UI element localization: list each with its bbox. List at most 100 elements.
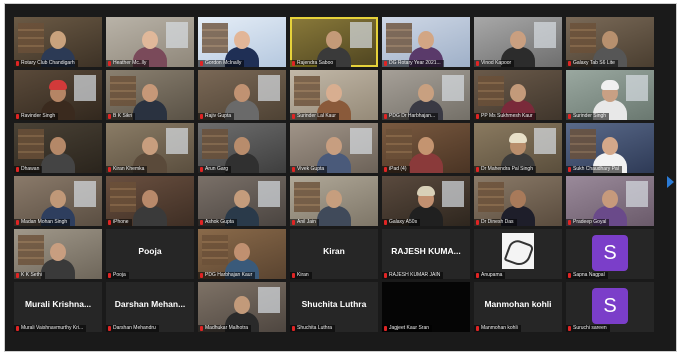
mic-muted-icon [108, 220, 111, 225]
participant-tile-madhukar-malhotra[interactable]: Madhukar Malhotra [198, 282, 286, 332]
participant-tile-dg-rotary-year-2021[interactable]: DG Rotary Year 2021... [382, 17, 470, 67]
participant-name-label: DG Rotary Year 2021... [389, 60, 441, 66]
nameplate: Galaxy Tab S6 Lite [566, 60, 618, 67]
participant-tile-vivek-gupta[interactable]: Vivek Gupta [290, 123, 378, 173]
participant-tile-ravinder-singh[interactable]: Ravinder Singh [14, 70, 102, 120]
mic-muted-icon [200, 114, 203, 119]
participant-name-label: Rotary Club Chandigarh [21, 60, 75, 66]
next-page-arrow-icon[interactable] [667, 176, 674, 188]
participant-tile-darshan-mehandru[interactable]: Darshan Mehan... Darshan Mehandru [106, 282, 194, 332]
participant-tile-galaxy-a50s[interactable]: Galaxy A50s [382, 176, 470, 226]
nameplate: Dr Dinesh Das [474, 219, 517, 226]
nameplate: Heather Mc..lly [106, 60, 150, 67]
participant-name-label: Rajendra Saboo [297, 60, 334, 66]
nameplate: iPad (4) [382, 166, 410, 173]
participant-name-label: iPhone [113, 219, 129, 225]
participant-display-name: Pooja [138, 246, 162, 256]
participant-tile-ipad-4[interactable]: iPad (4) [382, 123, 470, 173]
participant-name-label: Galaxy Tab S6 Lite [573, 60, 615, 66]
participant-name-label: Dhawan [21, 166, 40, 172]
participant-tile-dr-mahendra-pal-singh[interactable]: Dr Mahendra Pal Singh [474, 123, 562, 173]
mic-muted-icon [568, 61, 571, 66]
participant-tile-k-k-sethi[interactable]: K K Sethi [14, 229, 102, 279]
nameplate: Vinod Kapoor [474, 60, 515, 67]
participant-tile-heather-mc-lly[interactable]: Heather Mc..lly [106, 17, 194, 67]
mic-muted-icon [476, 167, 479, 172]
participant-tile-dhawan[interactable]: Dhawan [14, 123, 102, 173]
mic-muted-icon [568, 326, 571, 331]
nameplate: iPhone [106, 219, 132, 226]
participant-tile-jagjeet-kaur-sran[interactable]: Jagjeet Kaur Sran [382, 282, 470, 332]
participant-tile-murali-vaishnavmurthy-kri[interactable]: Murali Krishna... Murali Vaishnavmurthy K… [14, 282, 102, 332]
participant-tile-b-k-sikri[interactable]: B K Sikri [106, 70, 194, 120]
participant-video-figure [133, 80, 167, 120]
participant-name-label: Vinod Kapoor [481, 60, 512, 66]
participant-name-label: Jagjeet Kaur Sran [389, 325, 430, 331]
participant-tile-pp-ms-sukhmesh-kaur[interactable]: PP Ms Sukhmesh Kaur [474, 70, 562, 120]
participant-tile-vinod-kapoor[interactable]: Vinod Kapoor [474, 17, 562, 67]
avatar: S [592, 235, 628, 271]
nameplate: B K Sikri [106, 113, 136, 120]
participant-tile-rajesh-kumar-jain[interactable]: RAJESH KUMA... RAJESH KUMAR JAIN [382, 229, 470, 279]
nameplate: Madan Mohan Singh [14, 219, 71, 226]
participant-tile-shuchita-luthra[interactable]: Shuchita Luthra Shuchita Luthra [290, 282, 378, 332]
participant-tile-rajendra-saboo[interactable]: Rajendra Saboo [290, 17, 378, 67]
nameplate: Manmohan kohli [474, 325, 521, 332]
nameplate: Rotary Club Chandigarh [14, 60, 78, 67]
participant-tile-sapna-nagpal[interactable]: S Sapna Nagpal [566, 229, 654, 279]
nameplate: Vivek Gupta [290, 166, 328, 173]
mic-muted-icon [16, 114, 19, 119]
participant-tile-suruchi-sareen[interactable]: S Suruchi sareen [566, 282, 654, 332]
participant-name-label: Pooja [113, 272, 126, 278]
participant-tile-rotary-club-chandigarh[interactable]: Rotary Club Chandigarh [14, 17, 102, 67]
participant-tile-kiran[interactable]: Kiran Kiran [290, 229, 378, 279]
participant-tile-madan-mohan-singh[interactable]: Madan Mohan Singh [14, 176, 102, 226]
participant-name-label: Galaxy A50s [389, 219, 418, 225]
nameplate: PDG Harbhajan Kaur [198, 272, 256, 279]
participant-name-label: Darshan Mehandru [113, 325, 156, 331]
participant-tile-anil-jain[interactable]: Anil Jain [290, 176, 378, 226]
participant-tile-gordon-mcinally[interactable]: Gordon McInally [198, 17, 286, 67]
mic-muted-icon [384, 61, 387, 66]
participant-tile-pdg-dr-harbhajan[interactable]: PDG Dr Harbhajan... [382, 70, 470, 120]
participant-tile-ashok-gupta[interactable]: Ashok Gupta [198, 176, 286, 226]
participant-tile-galaxy-tab-s6-lite[interactable]: Galaxy Tab S6 Lite [566, 17, 654, 67]
participant-tile-sukh-chaudhary-pal[interactable]: Sukh Chaudhary Pal [566, 123, 654, 173]
participant-tile-surinder-lal-kaur[interactable]: Surinder Lal Kaur [290, 70, 378, 120]
participant-display-name: Manmohan kohli [484, 299, 552, 309]
participant-tile-iphone[interactable]: iPhone [106, 176, 194, 226]
mic-muted-icon [384, 114, 387, 119]
participant-display-name: Kiran [323, 246, 345, 256]
participant-name-label: Kiran [297, 272, 309, 278]
nameplate: Arun Garg [198, 166, 232, 173]
nameplate: K K Sethi [14, 272, 45, 279]
participant-name-label: Manmohan kohli [481, 325, 518, 331]
background-decor [626, 75, 648, 101]
participant-video-figure [41, 133, 75, 173]
nameplate: Galaxy A50s [382, 219, 421, 226]
mic-muted-icon [16, 61, 19, 66]
mic-muted-icon [568, 167, 571, 172]
background-decor [442, 181, 464, 207]
nameplate: Anupama [474, 272, 506, 279]
participant-tile-rajiv-gupta[interactable]: Rajiv Gupta [198, 70, 286, 120]
nameplate: Suruchi sareen [566, 325, 610, 332]
participant-tile-pradeep-goyal[interactable]: Pradeep Goyal [566, 176, 654, 226]
participant-tile-pdg-harbhajan-kaur[interactable]: PDG Harbhajan Kaur [198, 229, 286, 279]
participant-tile-manmohan-kohli[interactable]: Manmohan kohli Manmohan kohli [474, 282, 562, 332]
nameplate: Murali Vaishnavmurthy Kri... [14, 325, 87, 332]
nameplate: Sapna Nagpal [566, 272, 608, 279]
participant-tile-kiran-khemka[interactable]: Kiran Khemka [106, 123, 194, 173]
mic-muted-icon [16, 326, 19, 331]
participant-grid: Rotary Club Chandigarh Heather Mc..lly Gor… [14, 17, 654, 332]
participant-name-label: Heather Mc..lly [113, 60, 147, 66]
nameplate: DG Rotary Year 2021... [382, 60, 444, 67]
participant-tile-surinder-singh[interactable]: Surinder Singh [566, 70, 654, 120]
participant-display-name: RAJESH KUMA... [391, 246, 461, 256]
participant-tile-pooja[interactable]: Pooja Pooja [106, 229, 194, 279]
participant-name-label: Anupama [481, 272, 503, 278]
participant-tile-arun-garg[interactable]: Arun Garg [198, 123, 286, 173]
participant-tile-anupama[interactable]: Anupama [474, 229, 562, 279]
background-decor [258, 287, 280, 313]
participant-tile-dr-dinesh-das[interactable]: Dr Dinesh Das [474, 176, 562, 226]
